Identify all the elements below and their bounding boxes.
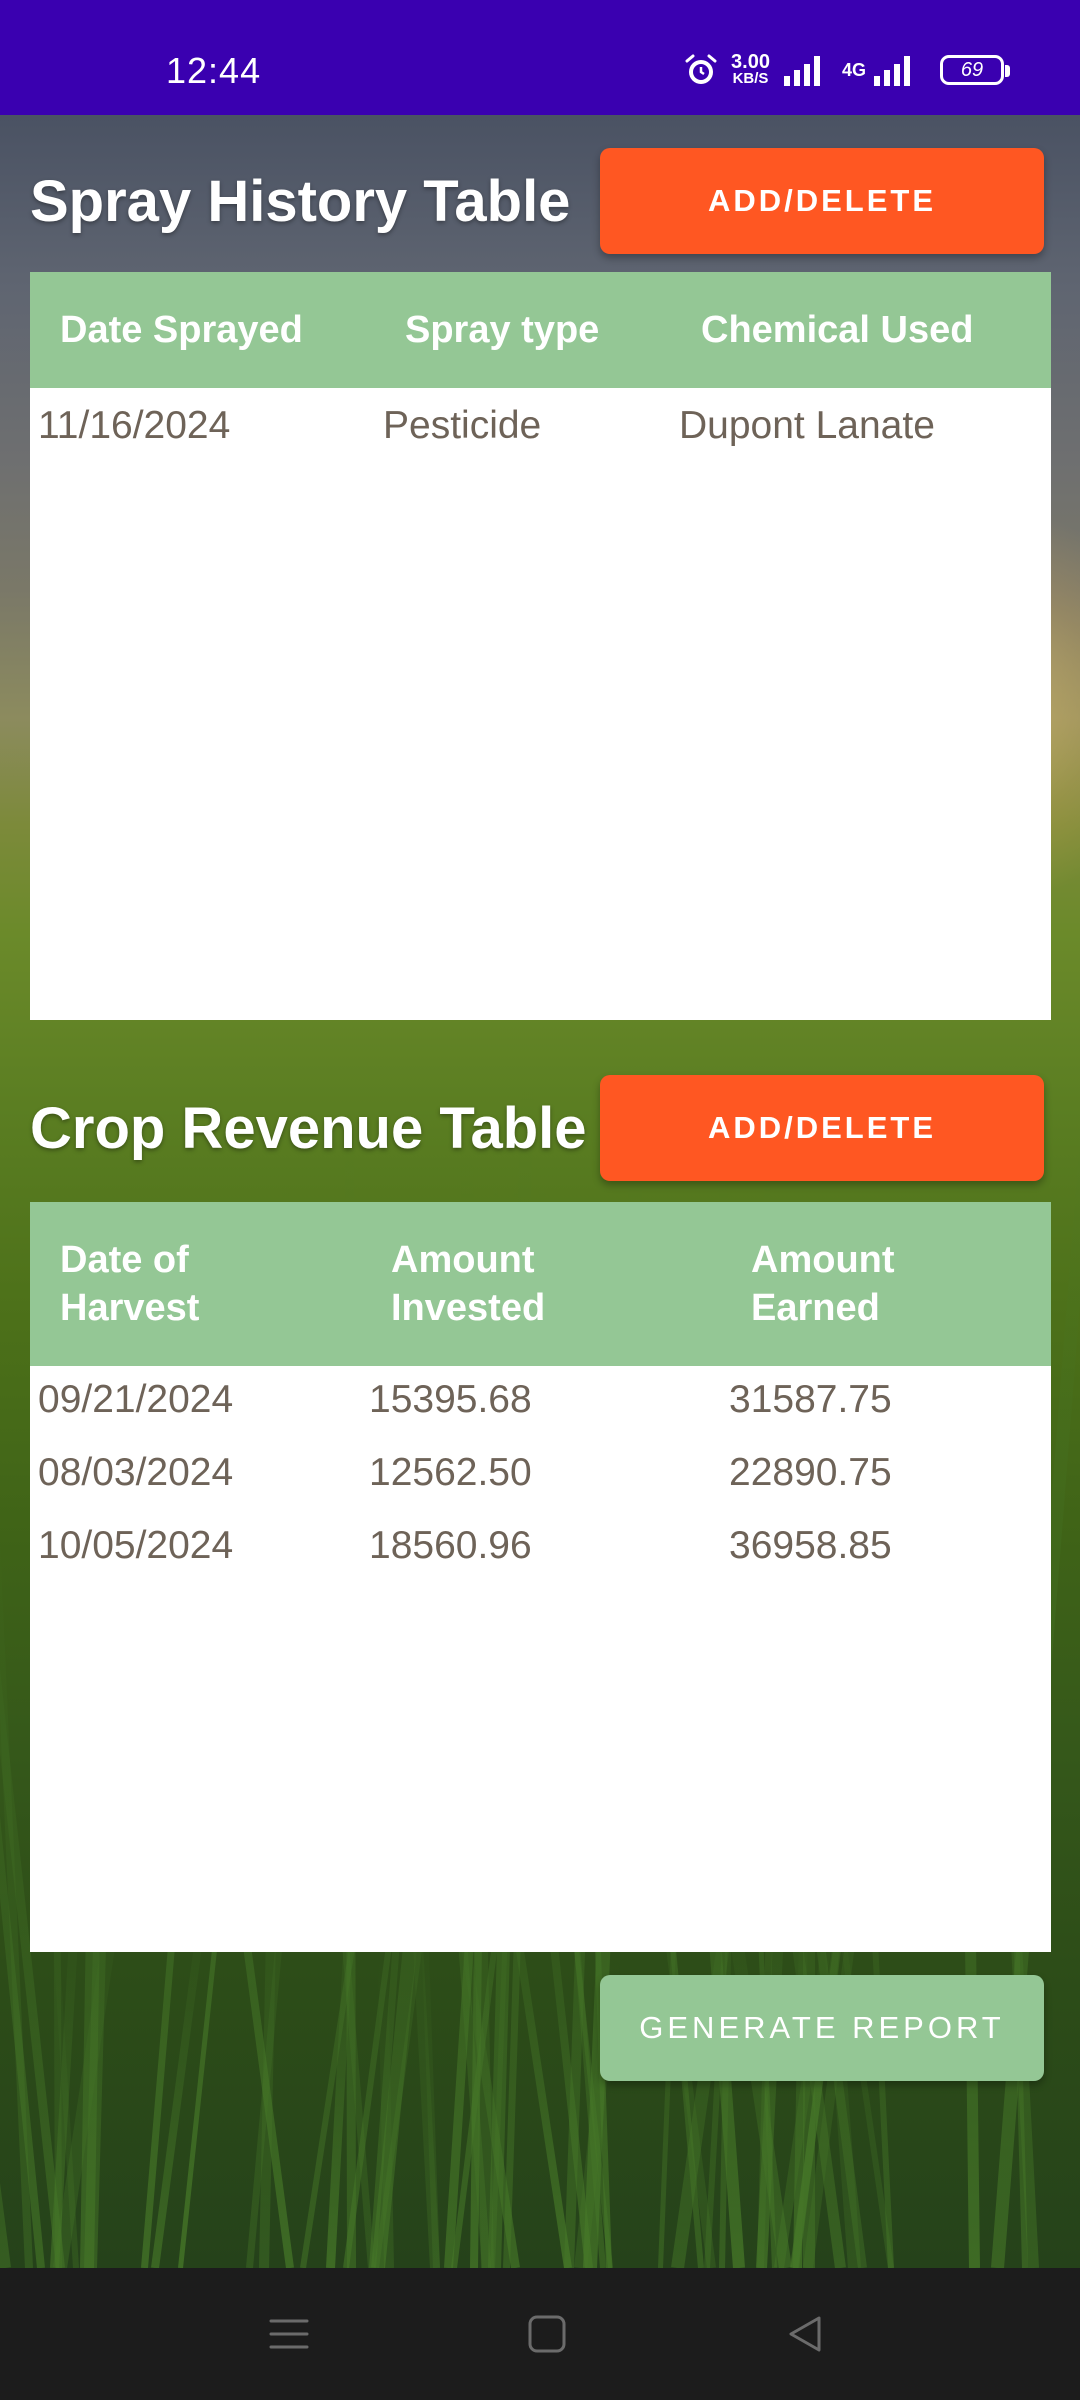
net-speed-unit: KB/S xyxy=(732,70,769,87)
column-header-amount-invested[interactable]: Amount Invested xyxy=(391,1236,545,1332)
header-line: Invested xyxy=(391,1287,546,1329)
revenue-table-header: Date of Harvest Amount Invested Amount E… xyxy=(30,1202,1051,1366)
cell-amount-earned: 22890.75 xyxy=(729,1451,892,1494)
table-row[interactable]: 10/05/2024 18560.96 36958.85 xyxy=(30,1512,1051,1585)
signal-icon xyxy=(783,56,820,86)
menu-icon[interactable] xyxy=(267,2312,311,2356)
network-type: 4G xyxy=(841,59,866,80)
spray-table-header: Date Sprayed Spray type Chemical Used xyxy=(30,272,1051,388)
cell-date-of-harvest: 09/21/2024 xyxy=(38,1378,234,1421)
spray-history-title: Spray History Table xyxy=(30,169,571,234)
spray-history-table: Date Sprayed Spray type Chemical Used 11… xyxy=(30,272,1051,1020)
spray-add-delete-button[interactable]: ADD/DELETE xyxy=(600,148,1044,254)
cell-amount-invested: 18560.96 xyxy=(369,1524,532,1567)
cell-amount-earned: 31587.75 xyxy=(729,1378,892,1421)
status-bar: 12:44 3.00 KB/S 4G 69 xyxy=(0,0,1080,115)
header-line: Date of xyxy=(60,1239,189,1281)
column-header-chemical-used[interactable]: Chemical Used xyxy=(701,306,973,354)
cell-amount-invested: 15395.68 xyxy=(369,1378,532,1421)
navigation-bar xyxy=(0,2268,1080,2400)
header-line: Earned xyxy=(751,1287,880,1329)
table-row[interactable]: 11/16/2024 Pesticide Dupont Lanate xyxy=(30,388,1051,468)
cell-date-of-harvest: 10/05/2024 xyxy=(38,1524,234,1567)
net-speed: 3.00 KB/S xyxy=(731,51,770,87)
cell-chemical-used: Dupont Lanate xyxy=(679,404,935,447)
home-icon[interactable] xyxy=(525,2312,569,2356)
back-icon[interactable] xyxy=(783,2312,827,2356)
table-row[interactable]: 08/03/2024 12562.50 22890.75 xyxy=(30,1439,1051,1512)
header-line: Amount xyxy=(751,1239,895,1281)
column-header-date-sprayed[interactable]: Date Sprayed xyxy=(60,306,303,354)
cell-date-sprayed: 11/16/2024 xyxy=(38,404,231,447)
header-line: Amount xyxy=(391,1239,535,1281)
status-icons: 3.00 KB/S 4G 69 xyxy=(683,50,1010,90)
net-speed-value: 3.00 xyxy=(731,51,770,73)
signal-icon xyxy=(874,56,910,86)
crop-revenue-table: Date of Harvest Amount Invested Amount E… xyxy=(30,1202,1051,1952)
column-header-date-of-harvest[interactable]: Date of Harvest xyxy=(60,1236,199,1332)
column-header-amount-earned[interactable]: Amount Earned xyxy=(751,1236,895,1332)
table-row[interactable]: 09/21/2024 15395.68 31587.75 xyxy=(30,1366,1051,1439)
alarm-icon xyxy=(685,54,717,84)
revenue-add-delete-button[interactable]: ADD/DELETE xyxy=(600,1075,1044,1181)
header-line: Harvest xyxy=(60,1287,200,1329)
battery-icon: 69 xyxy=(940,55,1010,85)
cell-amount-invested: 12562.50 xyxy=(369,1451,532,1494)
generate-report-button[interactable]: GENERATE REPORT xyxy=(600,1975,1044,2081)
column-header-spray-type[interactable]: Spray type xyxy=(405,306,599,354)
crop-revenue-title: Crop Revenue Table xyxy=(30,1096,587,1161)
cell-spray-type: Pesticide xyxy=(383,404,542,447)
cell-date-of-harvest: 08/03/2024 xyxy=(38,1451,234,1494)
cell-amount-earned: 36958.85 xyxy=(729,1524,892,1567)
status-time: 12:44 xyxy=(166,50,262,91)
